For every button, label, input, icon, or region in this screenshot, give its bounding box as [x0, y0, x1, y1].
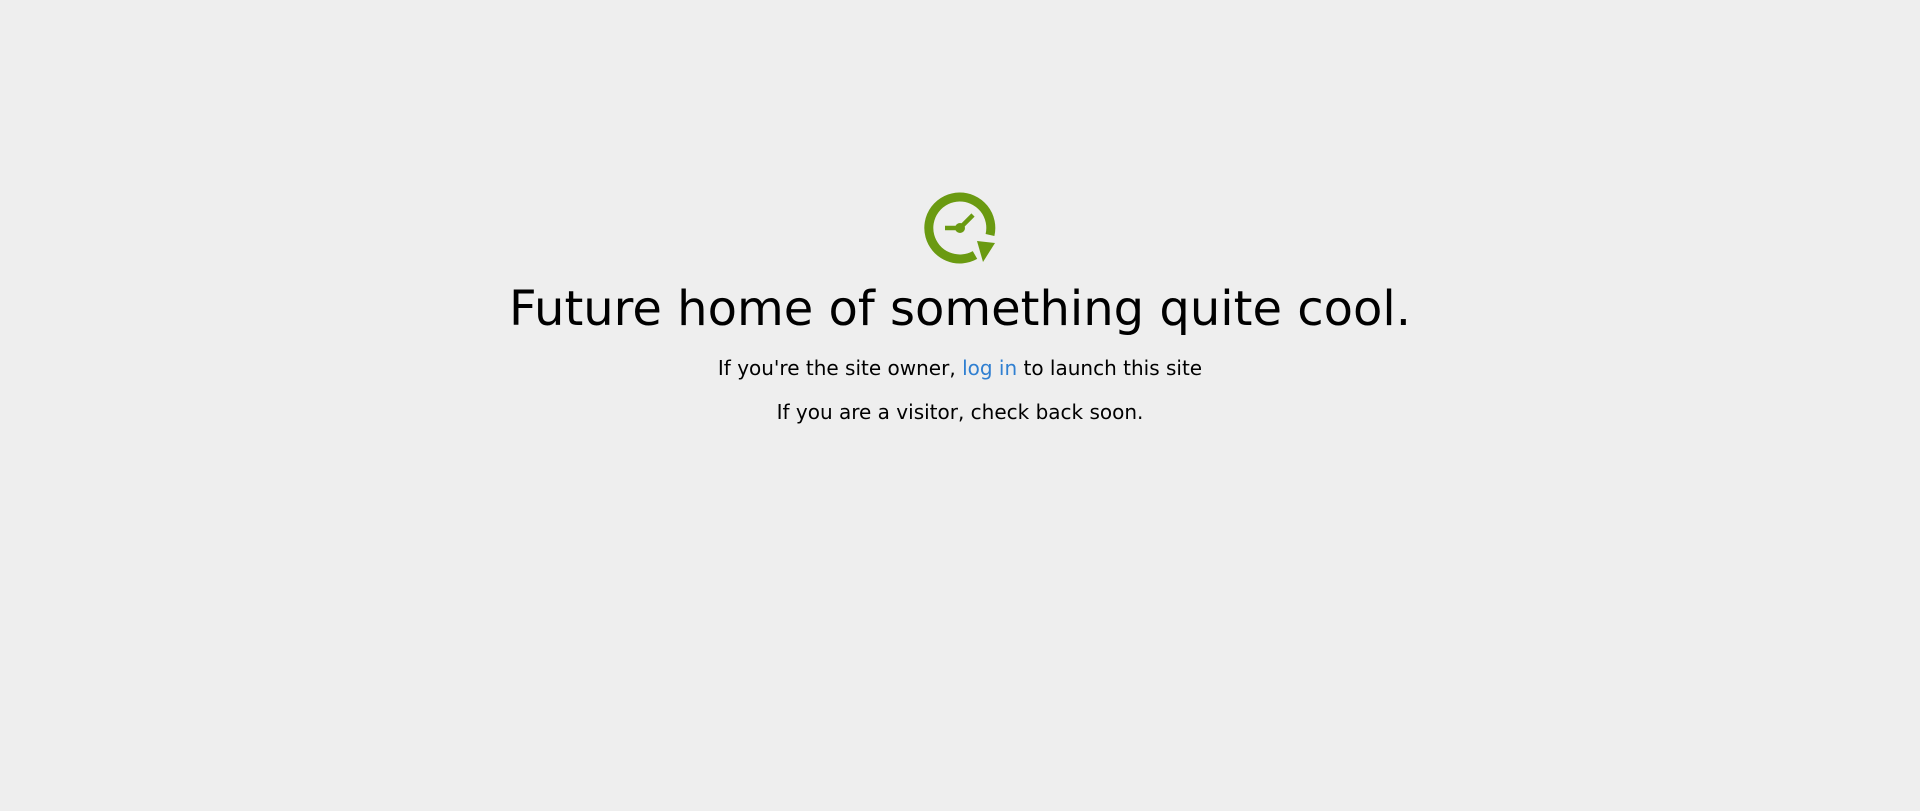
page-title: Future home of something quite cool.: [509, 281, 1411, 337]
clock-refresh-icon: [923, 191, 997, 265]
login-link[interactable]: log in: [962, 356, 1017, 380]
owner-message-suffix: to launch this site: [1017, 356, 1203, 380]
owner-message: If you're the site owner, log in to laun…: [0, 354, 1920, 382]
owner-message-prefix: If you're the site owner,: [717, 356, 963, 380]
visitor-message: If you are a visitor, check back soon.: [776, 400, 1144, 424]
